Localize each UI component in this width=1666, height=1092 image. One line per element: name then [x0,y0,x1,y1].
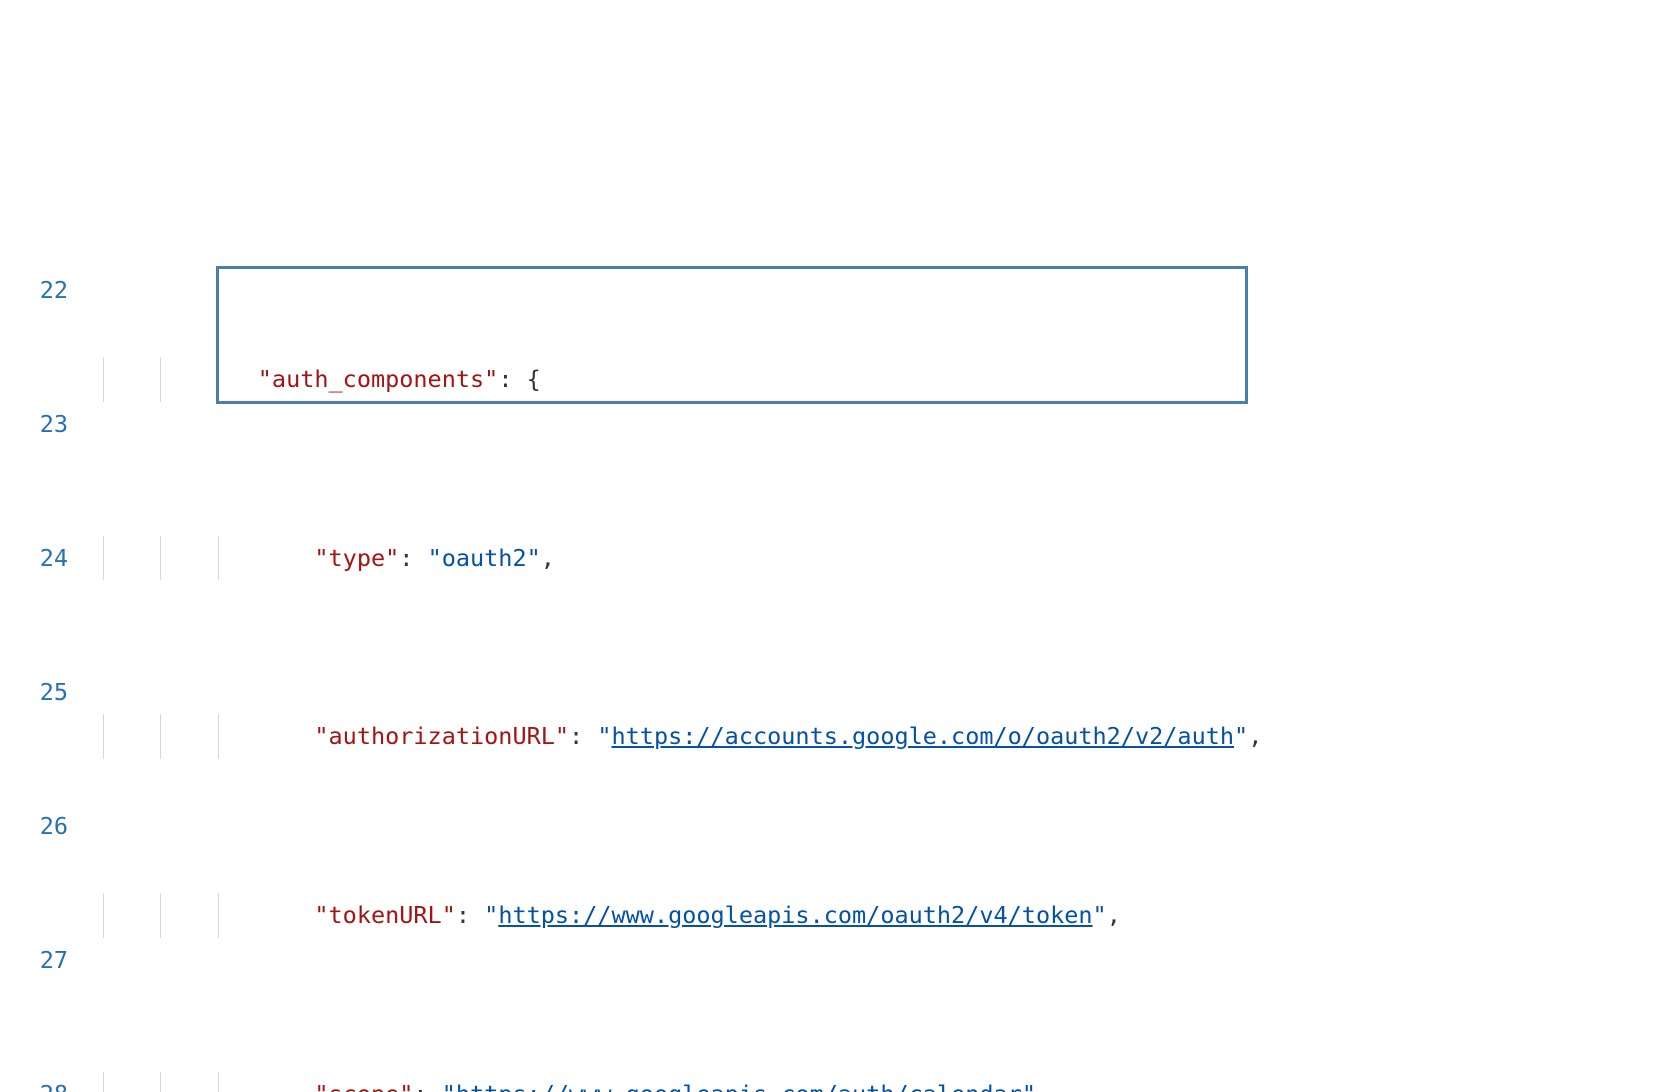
code-line[interactable]: "tokenURL": "https://www.googleapis.com/… [88,893,1666,938]
code-editor[interactable]: 22 23 24 25 26 27 28 29 30 31 32 33 "aut… [0,179,1666,1092]
line-number: 23 [0,402,68,447]
json-key: "tokenURL" [314,901,455,929]
line-number: 22 [0,268,68,313]
code-line[interactable]: "auth_components": { [88,357,1666,402]
json-key: "type" [314,544,399,572]
code-line[interactable]: "authorizationURL": "https://accounts.go… [88,714,1666,759]
json-key: "scope" [314,1080,413,1092]
line-number: 25 [0,670,68,715]
code-area[interactable]: "auth_components": { "type": "oauth2", "… [88,179,1666,1092]
url-link[interactable]: https://www.googleapis.com/oauth2/v4/tok… [498,901,1092,929]
json-key: "auth_components" [258,365,499,393]
line-number: 24 [0,536,68,581]
line-number: 28 [0,1072,68,1092]
code-line[interactable]: "type": "oauth2", [88,536,1666,581]
line-number-gutter: 22 23 24 25 26 27 28 29 30 31 32 33 [0,179,88,1092]
code-line[interactable]: "scope": "https://www.googleapis.com/aut… [88,1072,1666,1092]
line-number: 27 [0,938,68,983]
json-key: "authorizationURL" [314,722,569,750]
url-link[interactable]: https://accounts.google.com/o/oauth2/v2/… [612,722,1235,750]
line-number: 26 [0,804,68,849]
url-link[interactable]: https://www.googleapis.com/auth/calendar [456,1080,1022,1092]
json-string: "oauth2" [428,544,541,572]
